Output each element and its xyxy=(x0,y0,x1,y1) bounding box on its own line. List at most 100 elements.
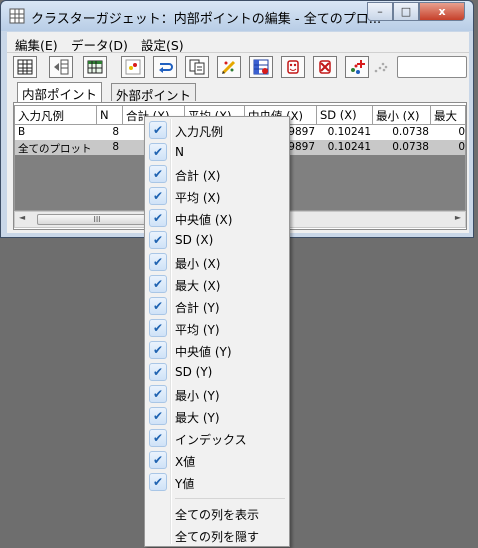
scatter-gray-icon xyxy=(374,62,388,73)
mask-face-icon xyxy=(287,60,299,74)
edit-pen-icon xyxy=(221,60,236,75)
toolbar-text-input[interactable] xyxy=(397,56,467,78)
cell-n: 8 xyxy=(112,126,119,138)
menu-item-toggle-column[interactable]: ✔ 最大 (X) xyxy=(147,273,287,295)
menu-settings[interactable]: 設定(S) xyxy=(141,35,184,54)
edit-pen-button[interactable] xyxy=(217,56,241,78)
checkmark-icon: ✔ xyxy=(149,363,167,381)
tab-outer-points[interactable]: 外部ポイント xyxy=(111,83,197,103)
menu-item-label: 全ての列を隠す xyxy=(175,530,260,544)
menu-edit[interactable]: 編集(E) xyxy=(15,35,58,54)
menu-item-toggle-column[interactable]: ✔ 最小 (Y) xyxy=(147,383,287,405)
checkmark-icon: ✔ xyxy=(149,429,167,447)
cell-legend: 全てのプロット xyxy=(18,143,92,155)
menu-item-toggle-column[interactable]: ✔ 最大 (Y) xyxy=(147,405,287,427)
menu-item-toggle-column[interactable]: ✔ 合計 (Y) xyxy=(147,295,287,317)
menu-item-label: 全ての列を表示 xyxy=(175,508,260,522)
menu-item-label: Y値 xyxy=(175,477,195,491)
checkmark-icon: ✔ xyxy=(149,297,167,315)
scroll-right-arrow[interactable]: ► xyxy=(455,213,461,222)
scatter-gray-button[interactable] xyxy=(369,56,393,78)
menu-item-label: 最小 (Y) xyxy=(175,389,220,403)
grid-select-icon xyxy=(253,59,269,75)
menu-item-toggle-column[interactable]: ✔ 平均 (Y) xyxy=(147,317,287,339)
mask-face-button[interactable] xyxy=(281,56,305,78)
menu-item-toggle-column[interactable]: ✔ SD (Y) xyxy=(147,361,287,383)
menu-item-label: 入力凡例 xyxy=(175,125,224,139)
worksheet-button[interactable] xyxy=(13,56,37,78)
mask-remove-button[interactable] xyxy=(313,56,337,78)
menu-item-label: SD (Y) xyxy=(175,365,213,379)
cell-legend: B xyxy=(18,126,26,138)
checkmark-icon: ✔ xyxy=(149,473,167,491)
menu-item-label: 最小 (X) xyxy=(175,257,221,271)
undo-loop-icon xyxy=(159,63,173,73)
scatter-button[interactable] xyxy=(121,56,145,78)
cell-min-x: 0.0738 xyxy=(392,126,429,138)
checkmark-icon: ✔ xyxy=(149,341,167,359)
menu-item-label: X値 xyxy=(175,455,196,469)
menu-item-label: N xyxy=(175,145,184,159)
menu-item-hide-all-columns[interactable]: 全ての列を隠す xyxy=(147,524,287,546)
menu-item-toggle-column[interactable]: ✔ 合計 (X) xyxy=(147,163,287,185)
cell-max: 0 xyxy=(458,126,465,138)
cell-min-x: 0.0738 xyxy=(392,141,429,153)
checkmark-icon: ✔ xyxy=(149,121,167,139)
checkmark-icon: ✔ xyxy=(149,253,167,271)
menu-bar: 編集(E) データ(D) 設定(S) xyxy=(7,32,469,53)
tab-inner-points[interactable]: 内部ポイント xyxy=(17,82,103,102)
add-points-button[interactable] xyxy=(345,56,369,78)
menu-item-label: 中央値 (Y) xyxy=(175,345,232,359)
menu-item-label: 中央値 (X) xyxy=(175,213,233,227)
column-header-min-x[interactable]: 最小 (X) xyxy=(373,106,431,125)
menu-item-toggle-column[interactable]: ✔ 平均 (X) xyxy=(147,185,287,207)
minimize-button[interactable]: – xyxy=(367,2,393,21)
menu-item-toggle-column[interactable]: ✔ インデックス xyxy=(147,427,287,449)
undo-loop-button[interactable] xyxy=(153,56,177,78)
close-button[interactable]: x xyxy=(419,2,465,21)
menu-item-toggle-column[interactable]: ✔ 中央値 (X) xyxy=(147,207,287,229)
worksheet-icon xyxy=(17,59,33,75)
menu-item-toggle-column[interactable]: ✔ SD (X) xyxy=(147,229,287,251)
add-points-icon xyxy=(351,60,365,74)
cell-n: 8 xyxy=(112,141,119,153)
menu-item-toggle-column[interactable]: ✔ 最小 (X) xyxy=(147,251,287,273)
title-bar[interactable]: クラスターガジェット：内部ポイントの編集 - 全てのプロ... – □ x xyxy=(1,1,473,31)
menu-item-toggle-column[interactable]: ✔ Y値 xyxy=(147,471,287,493)
move-column-button[interactable] xyxy=(49,56,73,78)
checkmark-icon: ✔ xyxy=(149,275,167,293)
scrollbar-thumb[interactable]: III xyxy=(37,214,157,225)
checkmark-icon: ✔ xyxy=(149,187,167,205)
menu-item-label: SD (X) xyxy=(175,233,214,247)
column-header-max[interactable]: 最大 xyxy=(431,106,465,125)
maximize-button[interactable]: □ xyxy=(393,2,419,21)
column-header-legend[interactable]: 入力凡例 xyxy=(15,106,97,125)
table-button[interactable] xyxy=(83,56,107,78)
menu-item-label: 合計 (Y) xyxy=(175,301,220,315)
menu-item-label: インデックス xyxy=(175,433,247,447)
menu-item-label: 合計 (X) xyxy=(175,169,221,183)
menu-data[interactable]: データ(D) xyxy=(71,35,128,54)
copy-button[interactable] xyxy=(185,56,209,78)
column-header-sd-x[interactable]: SD (X) xyxy=(317,106,373,125)
scatter-icon xyxy=(125,59,141,75)
menu-item-show-all-columns[interactable]: 全ての列を表示 xyxy=(147,502,287,524)
checkmark-icon: ✔ xyxy=(149,209,167,227)
toolbar xyxy=(7,53,469,83)
mask-remove-icon xyxy=(319,60,331,74)
menu-item-toggle-column[interactable]: ✔ X値 xyxy=(147,449,287,471)
app-icon xyxy=(9,8,25,24)
checkmark-icon: ✔ xyxy=(149,231,167,249)
scroll-left-arrow[interactable]: ◄ xyxy=(19,213,25,222)
move-column-icon xyxy=(54,59,69,75)
menu-item-label: 最大 (X) xyxy=(175,279,221,293)
menu-item-toggle-column[interactable]: ✔ N xyxy=(147,141,287,163)
menu-separator xyxy=(175,498,285,499)
menu-item-toggle-column[interactable]: ✔ 中央値 (Y) xyxy=(147,339,287,361)
column-header-n[interactable]: N xyxy=(97,106,123,125)
table-icon xyxy=(87,60,103,74)
grid-select-button[interactable] xyxy=(249,56,273,78)
cell-max: 0 xyxy=(458,141,465,153)
menu-item-toggle-column[interactable]: ✔ 入力凡例 xyxy=(147,119,287,141)
checkmark-icon: ✔ xyxy=(149,407,167,425)
